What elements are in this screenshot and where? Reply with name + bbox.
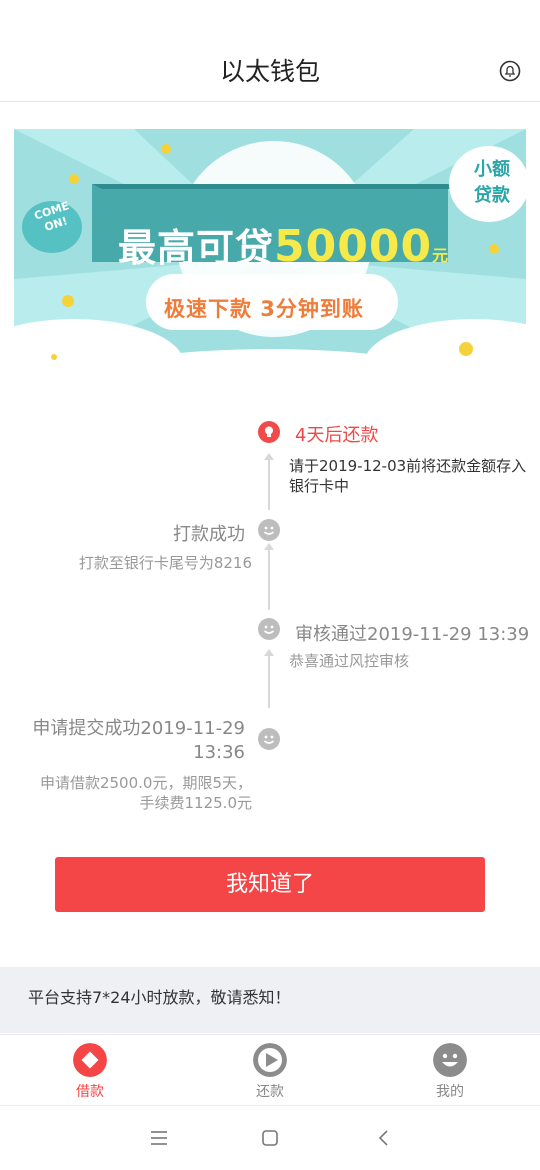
app-header: 以太钱包	[0, 0, 540, 102]
smiley-icon	[433, 1043, 467, 1077]
timeline-arrow	[264, 649, 274, 656]
timeline-line	[268, 656, 270, 708]
bulb-icon	[258, 421, 280, 443]
timeline-line	[268, 550, 270, 610]
banner-amount: 50000	[274, 221, 433, 272]
timeline-payout-desc: 打款至银行卡尾号为8216	[78, 554, 252, 572]
tab-repay-label: 还款	[256, 1084, 284, 1100]
banner-headline-prefix: 最高可贷	[118, 226, 275, 270]
menu-icon[interactable]	[147, 1127, 171, 1149]
bell-icon[interactable]	[499, 60, 521, 82]
timeline-line	[268, 460, 270, 510]
banner-unit: 元	[432, 246, 450, 265]
timeline-review-title: 审核通过2019-11-29 13:39	[295, 624, 530, 645]
timeline-current-title: 4天后还款	[295, 425, 379, 446]
system-nav-bar	[0, 1107, 540, 1170]
page-title: 以太钱包	[219, 57, 320, 86]
timeline-apply-title-line2: 13:36	[193, 742, 245, 763]
home-icon[interactable]	[258, 1127, 282, 1149]
notice-bar: 平台支持7*24小时放款，敬请悉知！	[0, 967, 540, 1033]
tab-loan-label: 借款	[76, 1084, 104, 1100]
tab-repay[interactable]: 还款	[210, 1035, 330, 1107]
timeline-arrow	[264, 543, 274, 550]
banner-tag: 小额 贷款	[469, 157, 515, 209]
smiley-icon	[258, 519, 280, 541]
smiley-icon	[258, 728, 280, 750]
tab-mine-label: 我的	[436, 1084, 464, 1100]
back-icon[interactable]	[372, 1127, 396, 1149]
timeline-apply-title: 申请提交成功2019-11-29 13:36	[10, 717, 245, 765]
timeline-apply-desc-line2: 手续费1125.0元	[139, 794, 253, 812]
play-icon	[253, 1043, 287, 1077]
tab-mine[interactable]: 我的	[390, 1035, 510, 1107]
timeline-apply-desc-line1: 申请借款2500.0元，期限5天，	[39, 774, 252, 792]
timeline-apply-desc: 申请借款2500.0元，期限5天， 手续费1125.0元	[10, 773, 252, 813]
banner-tag-line2: 贷款	[474, 185, 510, 206]
loan-timeline: 4天后还款 请于2019-12-03前将还款金额存入银行卡中 打款成功 打款至银…	[0, 410, 540, 830]
notice-text: 平台支持7*24小时放款，敬请悉知！	[28, 988, 291, 1007]
timeline-payout-title: 打款成功	[173, 524, 245, 545]
tab-loan[interactable]: 借款	[30, 1035, 150, 1107]
bottom-tab-bar: 借款 还款 我的	[0, 1034, 540, 1106]
timeline-current-desc: 请于2019-12-03前将还款金额存入银行卡中	[289, 457, 527, 495]
banner-headline: 最高可贷50000元	[118, 217, 449, 272]
promo-banner[interactable]: 最高可贷50000元 极速下款 3分钟到账 小额 贷款 COME ON!	[14, 129, 526, 385]
confirm-button[interactable]: 我知道了	[55, 857, 485, 912]
diamond-icon	[73, 1043, 107, 1077]
timeline-review-desc: 恭喜通过风控审核	[289, 652, 410, 670]
smiley-icon	[258, 618, 280, 640]
banner-tag-line1: 小额	[474, 159, 510, 180]
banner-subline: 极速下款 3分钟到账	[164, 297, 364, 321]
timeline-arrow	[264, 453, 274, 460]
timeline-apply-title-line1: 申请提交成功2019-11-29	[32, 718, 245, 739]
